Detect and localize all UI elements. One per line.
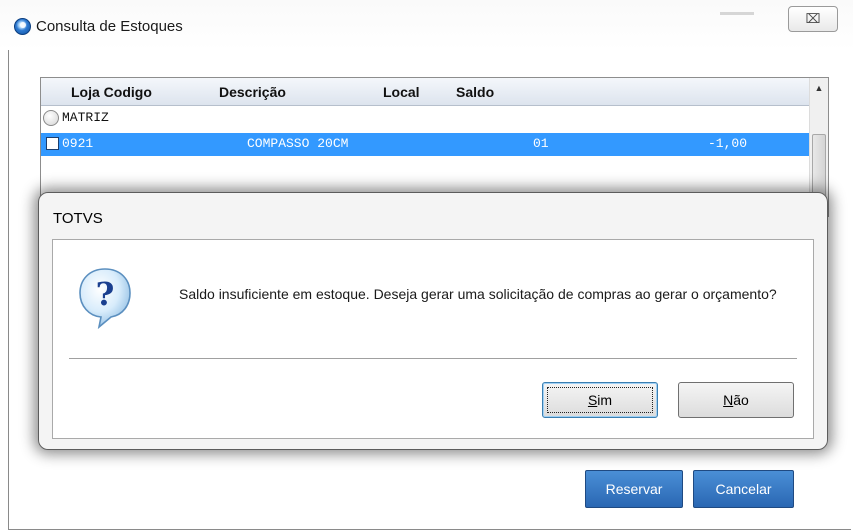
expand-radio-icon[interactable]	[43, 110, 59, 126]
app-icon	[14, 18, 31, 35]
nao-button[interactable]: Não	[678, 382, 794, 418]
group-name: MATRIZ	[62, 110, 109, 125]
item-code: 0921	[62, 136, 94, 151]
grid-header: Loja Codigo Descrição Local Saldo	[41, 78, 809, 106]
grid-group-row[interactable]: MATRIZ	[41, 107, 809, 129]
item-saldo: -1,00	[708, 136, 748, 151]
grid-item-row-selected[interactable]: 0921 COMPASSO 20CM 01 -1,00	[41, 133, 809, 156]
header-local[interactable]: Local	[383, 84, 420, 100]
item-local: 01	[533, 136, 549, 151]
title-bar: Consulta de Estoques ⌧	[0, 0, 853, 50]
close-button[interactable]: ⌧	[788, 6, 838, 32]
minimize-button[interactable]	[720, 12, 754, 15]
question-icon: ?	[79, 268, 131, 330]
nao-access-key: N	[723, 392, 734, 408]
scroll-up-icon[interactable]: ▲	[810, 78, 828, 98]
row-checkbox[interactable]	[46, 137, 59, 150]
item-description: COMPASSO 20CM	[247, 136, 349, 151]
svg-text:?: ?	[96, 275, 115, 313]
main-window: Consulta de Estoques ⌧ Loja Codigo Descr…	[0, 0, 853, 532]
header-loja-codigo[interactable]: Loja Codigo	[71, 84, 152, 100]
sim-button[interactable]: Sim	[542, 382, 658, 418]
nao-label-rest: ão	[733, 392, 749, 408]
dialog-title: TOTVS	[53, 210, 103, 227]
header-descricao[interactable]: Descrição	[219, 84, 286, 100]
window-title: Consulta de Estoques	[36, 18, 183, 35]
focus-rectangle	[547, 387, 653, 413]
dialog-body: ? Saldo insuficiente em estoque. Deseja …	[52, 239, 814, 439]
dialog-message: Saldo insuficiente em estoque. Deseja ge…	[179, 286, 777, 302]
dialog-separator	[69, 358, 797, 359]
cancelar-button[interactable]: Cancelar	[693, 470, 794, 508]
reservar-button[interactable]: Reservar	[585, 470, 683, 508]
header-saldo[interactable]: Saldo	[456, 84, 494, 100]
confirm-dialog: TOTVS ? Saldo insuficiente em estoque. D…	[38, 192, 828, 450]
